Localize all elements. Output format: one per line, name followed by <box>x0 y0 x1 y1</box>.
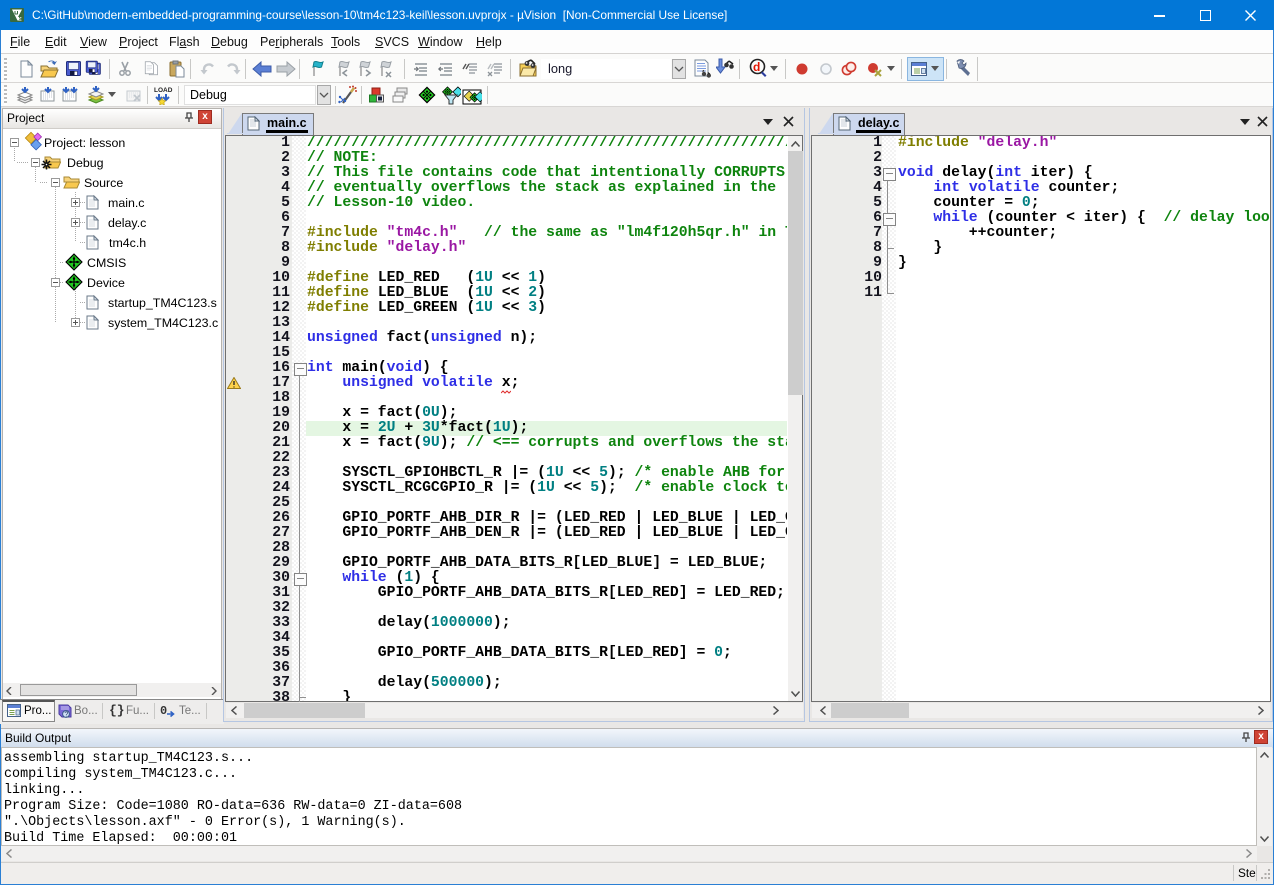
svg-text:s: s <box>19 16 23 22</box>
svg-text:?: ? <box>64 712 68 719</box>
svg-text:LOAD: LOAD <box>154 87 173 94</box>
svg-text:d: d <box>753 60 760 74</box>
